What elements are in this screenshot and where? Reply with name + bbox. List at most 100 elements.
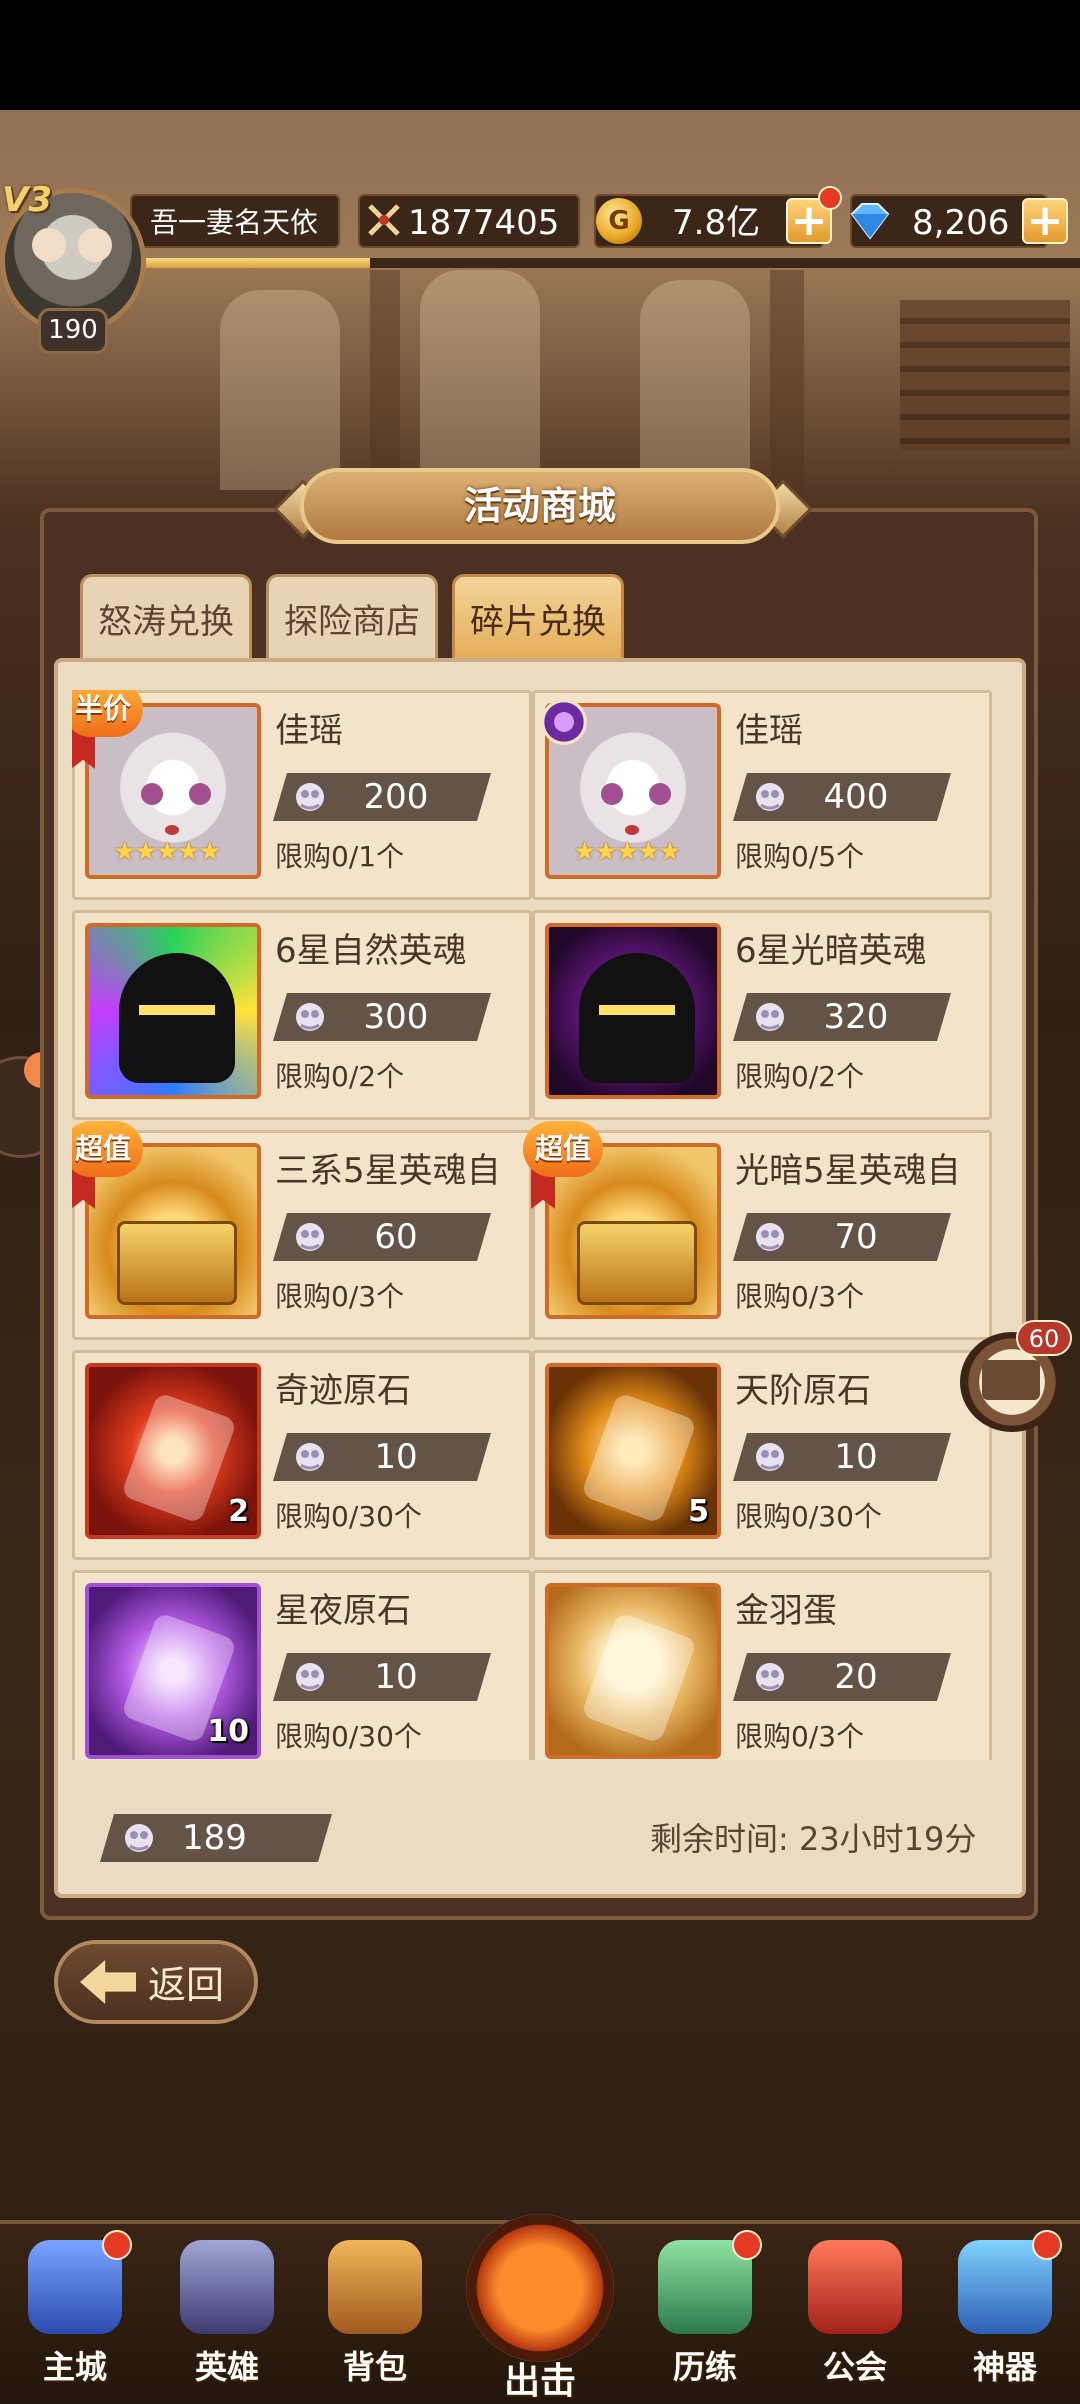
treasure-chest-icon xyxy=(117,1221,237,1305)
price-value: 10 xyxy=(374,1437,418,1477)
portrait-detail xyxy=(601,783,623,805)
purchase-limit: 限购0/30个 xyxy=(275,1720,422,1753)
player-name: 吾一妻名天依 xyxy=(130,194,340,248)
shard-currency-icon xyxy=(751,1659,789,1695)
item-name: 奇迹原石 xyxy=(275,1371,411,1411)
item-name: 三系5星英魂自 xyxy=(275,1151,501,1191)
purchase-limit: 限购0/5个 xyxy=(735,840,865,873)
nav-guild[interactable]: 公会 xyxy=(790,2230,920,2400)
item-icon: 2 xyxy=(85,1363,261,1539)
purchase-limit: 限购0/3个 xyxy=(275,1280,405,1313)
star-rating: ★★★★★ xyxy=(113,837,222,867)
item-price: 10 xyxy=(273,1653,491,1701)
background-window xyxy=(220,290,340,490)
shard-currency-icon xyxy=(125,1824,153,1852)
shop-item-card[interactable]: 超值光暗5星英魂自 70 限购0/3个 xyxy=(523,1121,992,1340)
nav-label: 背包 xyxy=(342,2348,407,2386)
nav-bag[interactable]: 背包 xyxy=(310,2230,440,2400)
shop-item-card[interactable]: 5 天阶原石 10 限购0/30个 xyxy=(532,1350,992,1560)
purchase-limit: 限购0/2个 xyxy=(735,1060,865,1093)
item-price: 320 xyxy=(733,993,951,1041)
vip-level: V3 xyxy=(2,180,52,220)
notification-dot xyxy=(1032,2230,1062,2260)
purchase-limit: 限购0/1个 xyxy=(275,840,405,873)
shop-item-card[interactable]: 6星光暗英魂 320 限购0/2个 xyxy=(532,910,992,1120)
portrait-detail xyxy=(625,825,639,835)
shard-currency-icon xyxy=(291,1439,329,1475)
item-list[interactable]: ★★★★★ 半价 佳瑶 200 限购0/1个 ★★★★★ 佳瑶 400 限购0/5个 6星自然英魂… xyxy=(72,690,1004,1760)
purchase-limit: 限购0/30个 xyxy=(735,1500,882,1533)
price-value: 70 xyxy=(834,1217,878,1257)
gold-coin-icon: G xyxy=(596,198,642,244)
shop-item-card[interactable]: ★★★★★ 佳瑶 400 限购0/5个 xyxy=(532,690,992,900)
shop-item-card[interactable]: 2 奇迹原石 10 限购0/30个 xyxy=(72,1350,532,1560)
item-price: 20 xyxy=(733,1653,951,1701)
chat-icon xyxy=(982,1360,1040,1400)
add-gems-button[interactable]: + xyxy=(1022,198,1068,244)
nav-main-city[interactable]: 主城 xyxy=(10,2230,140,2400)
background-window xyxy=(420,270,540,490)
portrait-detail xyxy=(141,783,163,805)
nav-label: 神器 xyxy=(972,2348,1037,2386)
crossed-swords-icon xyxy=(466,2214,614,2362)
nav-label: 出击 xyxy=(503,2361,576,2402)
nav-battle[interactable]: 出击 xyxy=(458,2210,622,2402)
item-price: 10 xyxy=(733,1433,951,1481)
price-value: 400 xyxy=(823,777,889,817)
item-name: 6星光暗英魂 xyxy=(735,931,927,971)
notification-dot xyxy=(818,186,842,210)
helmet-icon xyxy=(119,953,235,1083)
shard-currency-icon xyxy=(751,999,789,1035)
diamond-icon xyxy=(850,203,890,240)
shard-currency-icon xyxy=(751,1439,789,1475)
nav-artifact[interactable]: 神器 xyxy=(940,2230,1070,2400)
nav-label: 英雄 xyxy=(194,2348,259,2386)
background-pillar xyxy=(770,270,804,500)
item-quantity: 10 xyxy=(207,1714,249,1749)
purchase-limit: 限购0/3个 xyxy=(735,1280,865,1313)
item-icon xyxy=(85,923,261,1099)
shard-currency-icon xyxy=(291,1219,329,1255)
item-price: 70 xyxy=(733,1213,951,1261)
deal-tag: 半价 xyxy=(72,690,143,737)
nav-training[interactable]: 历练 xyxy=(640,2230,770,2400)
gemstone-icon xyxy=(120,1391,238,1525)
player-level: 190 xyxy=(38,308,108,354)
tab-adventure-shop[interactable]: 探险商店 xyxy=(266,574,438,658)
avatar-figure xyxy=(78,228,112,262)
notification-dot xyxy=(102,2230,132,2260)
gemstone-icon xyxy=(580,1611,698,1745)
helmet-icon xyxy=(579,953,695,1083)
helmet-visor xyxy=(599,1005,675,1015)
item-icon: 10 xyxy=(85,1583,261,1759)
shard-currency-icon xyxy=(291,779,329,815)
item-name: 6星自然英魂 xyxy=(275,931,467,971)
nav-heroes[interactable]: 英雄 xyxy=(162,2230,292,2400)
item-name: 光暗5星英魂自 xyxy=(735,1151,961,1191)
shop-title: 活动商城 xyxy=(463,484,616,528)
background-window xyxy=(640,280,750,480)
deal-tag: 超值 xyxy=(523,1121,603,1177)
shop-item-card[interactable]: ★★★★★ 半价 佳瑶 200 限购0/1个 xyxy=(72,690,532,900)
item-price: 60 xyxy=(273,1213,491,1261)
item-price: 300 xyxy=(273,993,491,1041)
item-icon xyxy=(545,1583,721,1759)
guild-banner-icon xyxy=(808,2240,902,2334)
shard-currency-icon xyxy=(291,1659,329,1695)
shard-currency-icon xyxy=(751,1219,789,1255)
shop-item-card[interactable]: 金羽蛋 20 限购0/3个 xyxy=(532,1570,992,1760)
exp-bar-fill xyxy=(146,258,371,268)
crossed-swords-icon xyxy=(368,204,400,236)
price-value: 20 xyxy=(834,1657,878,1697)
purchase-limit: 限购0/30个 xyxy=(275,1500,422,1533)
shop-item-card[interactable]: 超值 三系5星英魂自 60 限购0/3个 xyxy=(72,1121,532,1340)
tab-shard-exchange[interactable]: 碎片兑换 xyxy=(452,574,624,658)
tab-rage-exchange[interactable]: 怒涛兑换 xyxy=(80,574,252,658)
price-value: 320 xyxy=(823,997,889,1037)
shop-item-card[interactable]: 10 星夜原石 10 限购0/30个 xyxy=(72,1570,532,1760)
shop-item-card[interactable]: 6星自然英魂 300 限购0/2个 xyxy=(72,910,532,1120)
item-name: 佳瑶 xyxy=(275,711,343,751)
item-name: 佳瑶 xyxy=(735,711,803,751)
gemstone-icon xyxy=(580,1391,698,1525)
item-price: 200 xyxy=(273,773,491,821)
